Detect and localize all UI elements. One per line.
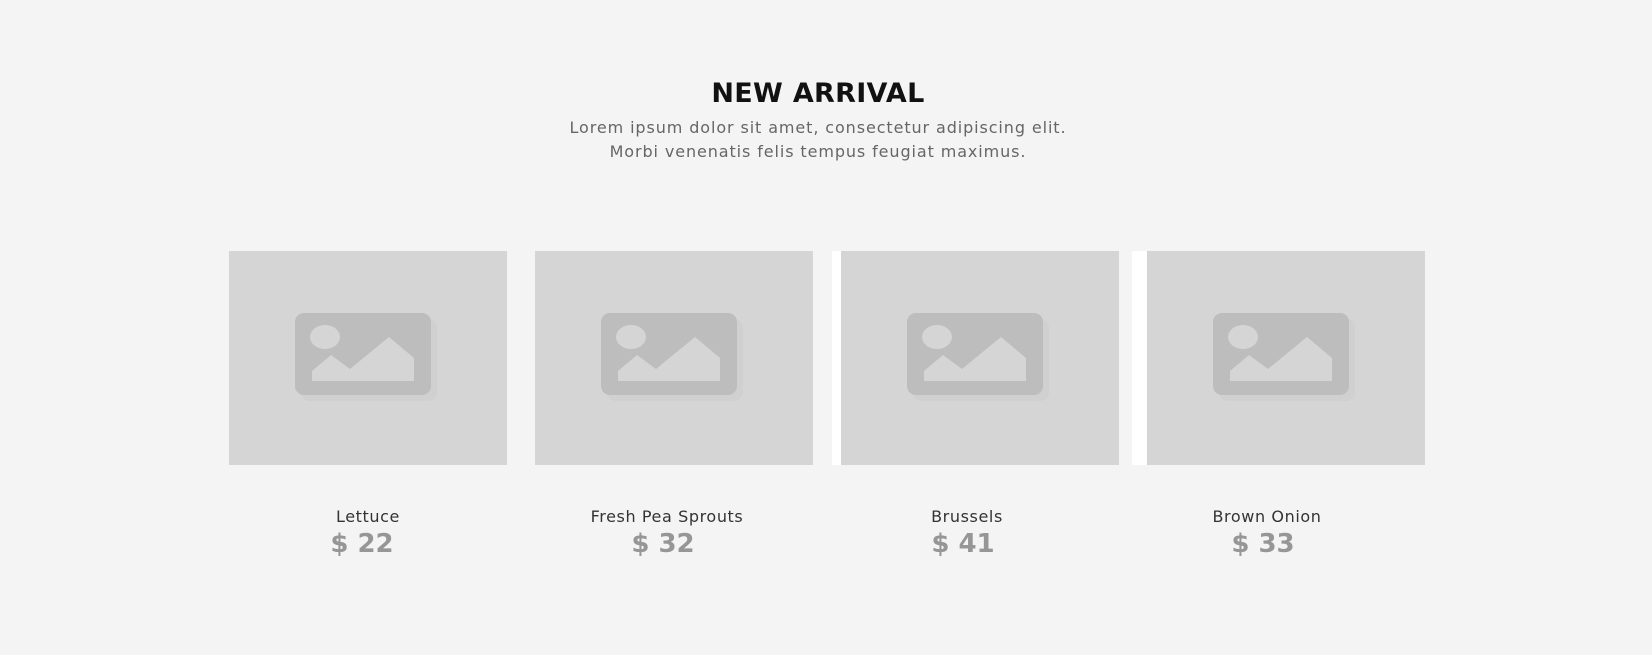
- product-price: $ 22: [330, 529, 394, 559]
- card-divider: [832, 251, 841, 465]
- image-placeholder-icon: [601, 313, 743, 401]
- product-name[interactable]: Brown Onion: [1128, 507, 1406, 526]
- product-card[interactable]: [535, 251, 813, 465]
- product-card[interactable]: [841, 251, 1119, 465]
- product-image[interactable]: [535, 251, 813, 465]
- product-price: $ 33: [1231, 529, 1295, 559]
- product-price: $ 32: [631, 529, 695, 559]
- section-subtitle-line2: Morbi venenatis felis tempus feugiat max…: [609, 142, 1027, 161]
- product-card[interactable]: [1147, 251, 1425, 465]
- product-image[interactable]: [229, 251, 507, 465]
- product-card[interactable]: [229, 251, 507, 465]
- product-name[interactable]: Lettuce: [229, 507, 507, 526]
- product-image[interactable]: [1147, 251, 1425, 465]
- image-placeholder-icon: [295, 313, 437, 401]
- product-name[interactable]: Fresh Pea Sprouts: [528, 507, 806, 526]
- product-price: $ 41: [931, 529, 995, 559]
- image-placeholder-icon: [907, 313, 1049, 401]
- product-image[interactable]: [841, 251, 1119, 465]
- new-arrival-section: NEW ARRIVAL Lorem ipsum dolor sit amet, …: [0, 0, 1652, 655]
- section-subtitle-line1: Lorem ipsum dolor sit amet, consectetur …: [569, 118, 1067, 137]
- product-name[interactable]: Brussels: [828, 507, 1106, 526]
- card-divider: [1132, 251, 1147, 465]
- image-placeholder-icon: [1213, 313, 1355, 401]
- section-title: NEW ARRIVAL: [711, 78, 925, 109]
